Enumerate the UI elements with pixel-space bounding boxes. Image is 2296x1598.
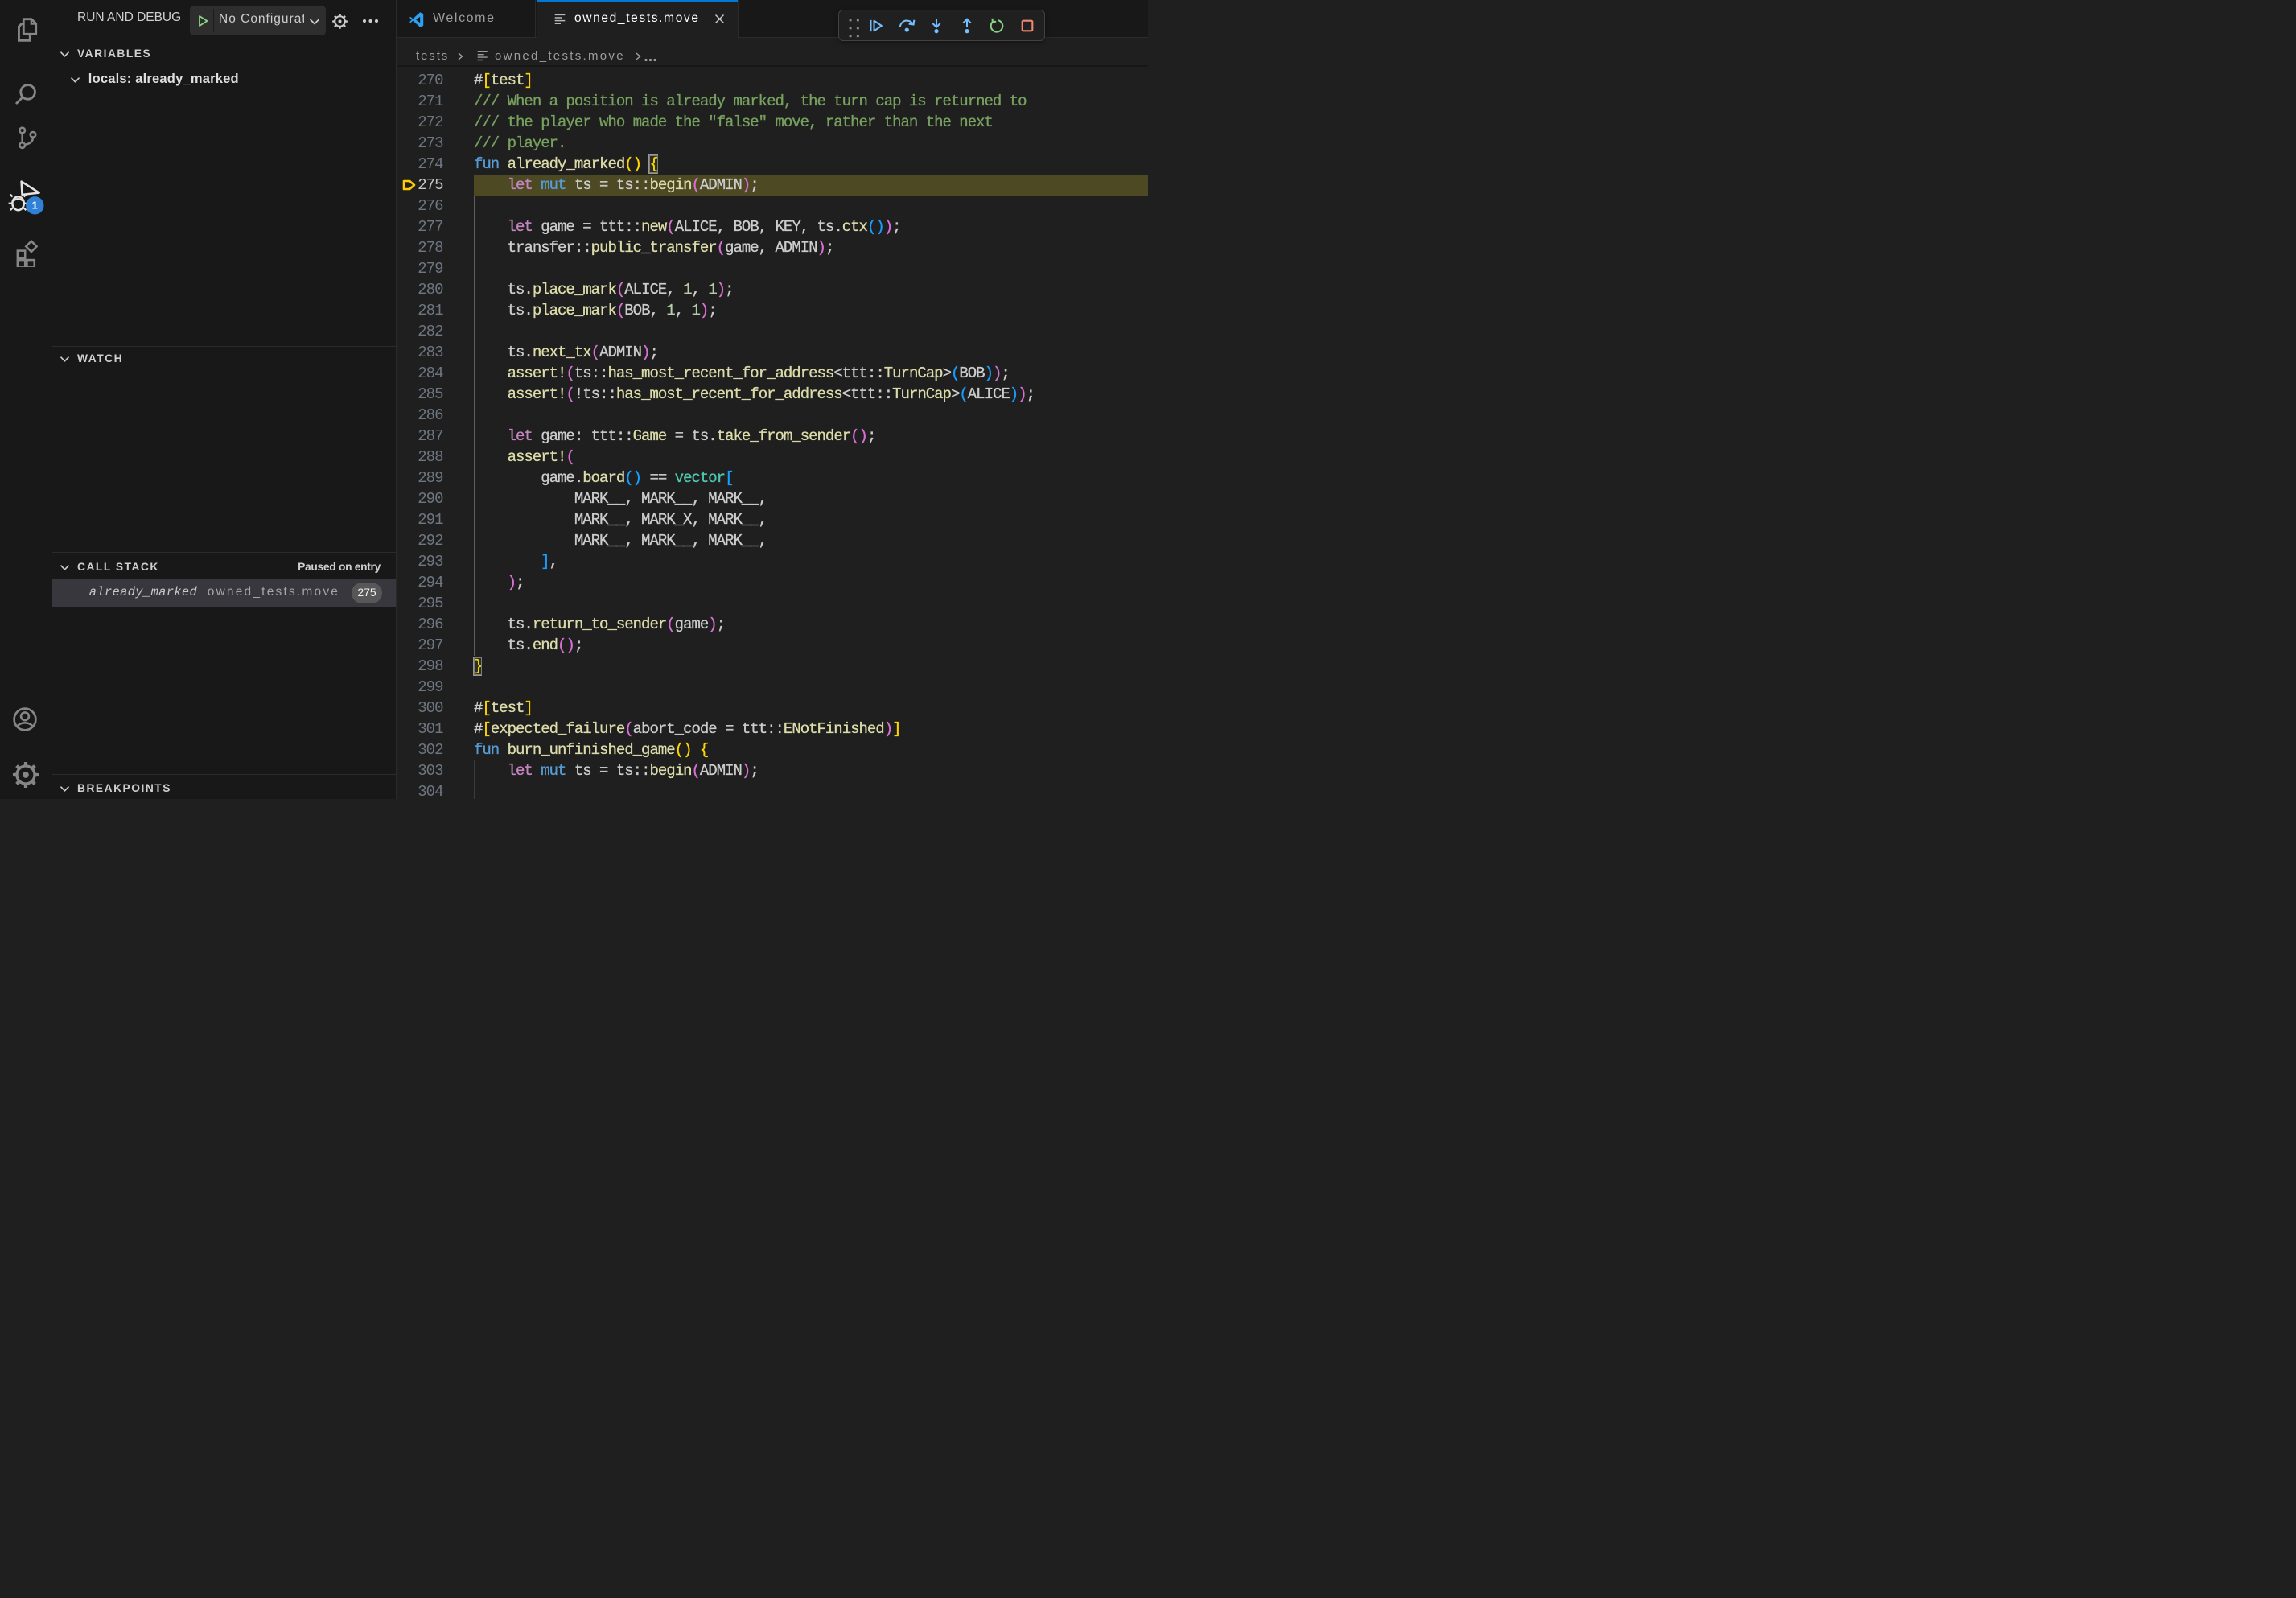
svg-text:1: 1	[32, 200, 38, 212]
